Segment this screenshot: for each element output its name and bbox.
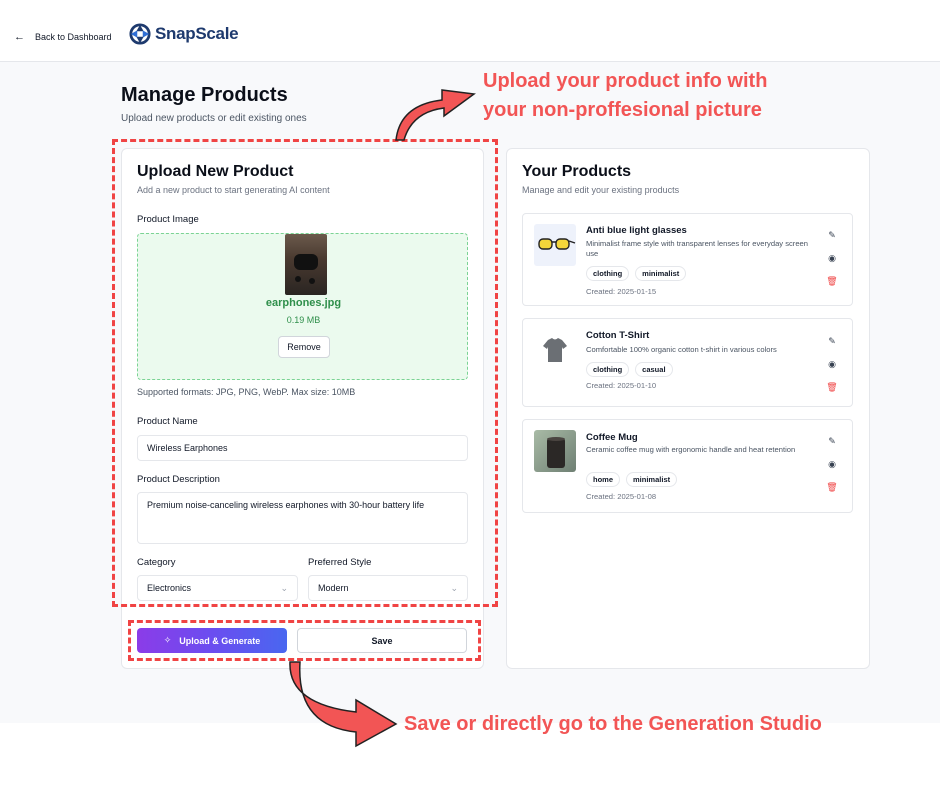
product-created-date: Created: 2025-01-15 — [586, 287, 657, 296]
product-thumbnail — [534, 329, 576, 371]
annotation-upload-text: Upload your product info with your non-p… — [483, 70, 768, 121]
eye-icon[interactable]: ◉ — [828, 252, 836, 275]
trash-icon[interactable]: 🗑 — [826, 381, 837, 393]
annotation-arrow-up-icon — [395, 89, 476, 141]
product-card[interactable]: Anti blue light glasses Minimalist frame… — [522, 213, 853, 306]
products-subtitle: Manage and edit your existing products — [522, 185, 680, 195]
product-description: Ceramic coffee mug with ergonomic handle… — [586, 445, 796, 454]
product-thumbnail — [534, 430, 576, 472]
product-description: Minimalist frame style with transparent … — [586, 239, 808, 258]
product-tag: clothing — [586, 362, 630, 377]
product-created-date: Created: 2025-01-08 — [586, 492, 657, 501]
product-name: Coffee Mug — [586, 432, 638, 443]
top-bar: ← Back to Dashboard SnapScale — [0, 0, 940, 62]
back-label: Back to Dashboard — [35, 32, 112, 42]
eye-icon[interactable]: ◉ — [828, 458, 836, 481]
arrow-left-icon: ← — [14, 31, 25, 43]
upload-form-highlight — [112, 139, 498, 607]
product-tag: minimalist — [635, 266, 687, 281]
product-tag: home — [586, 472, 621, 487]
edit-icon[interactable]: ✎ — [828, 229, 836, 252]
trash-icon[interactable]: 🗑 — [826, 275, 837, 287]
trash-icon[interactable]: 🗑 — [826, 481, 837, 493]
product-name: Anti blue light glasses — [586, 225, 687, 236]
snapscale-logo-icon — [129, 23, 151, 45]
eye-icon[interactable]: ◉ — [828, 358, 836, 381]
edit-icon[interactable]: ✎ — [828, 435, 836, 458]
edit-icon[interactable]: ✎ — [828, 335, 836, 358]
product-tag: casual — [635, 362, 673, 377]
product-created-date: Created: 2025-01-10 — [586, 381, 657, 390]
page-subtitle: Upload new products or edit existing one… — [121, 113, 307, 124]
product-name: Cotton T-Shirt — [586, 330, 650, 341]
action-buttons-highlight — [128, 620, 481, 661]
product-card[interactable]: Coffee Mug Ceramic coffee mug with ergon… — [522, 419, 853, 513]
annotation-arrow-down-icon — [289, 661, 398, 748]
page-title: Manage Products — [121, 84, 288, 106]
product-thumbnail — [534, 224, 576, 266]
annotation-save-text: Save or directly go to the Generation St… — [404, 713, 822, 735]
product-tag: clothing — [586, 266, 630, 281]
logo-text: SnapScale — [155, 24, 239, 43]
product-tag: minimalist — [626, 472, 678, 487]
logo[interactable]: SnapScale — [129, 23, 239, 45]
product-card[interactable]: Cotton T-Shirt Comfortable 100% organic … — [522, 318, 853, 407]
products-title: Your Products — [522, 163, 632, 180]
product-description: Comfortable 100% organic cotton t-shirt … — [586, 345, 777, 354]
back-to-dashboard-link[interactable]: ← Back to Dashboard — [14, 31, 112, 43]
